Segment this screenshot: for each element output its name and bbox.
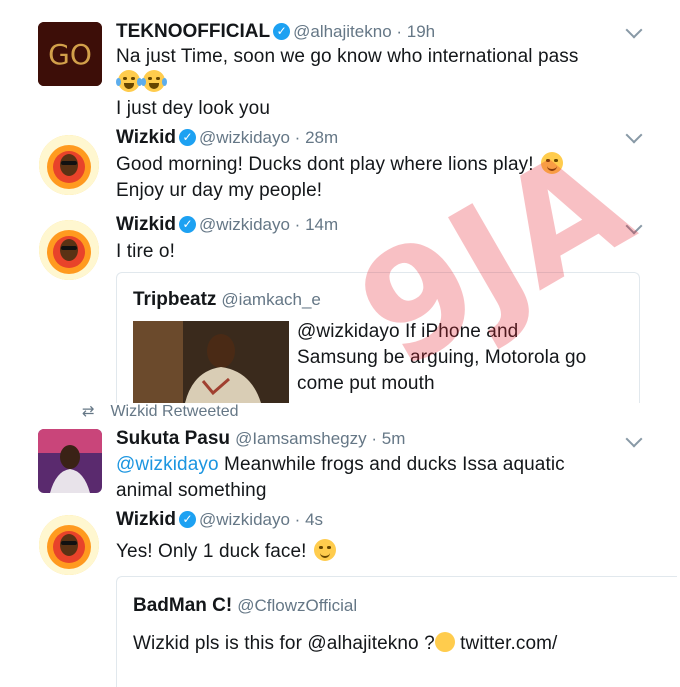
quoted-tweet-header: Tripbeatz @iamkach_e [133, 287, 321, 312]
avatar[interactable] [39, 220, 99, 280]
tweet-text: I tire o! [116, 241, 175, 262]
verified-icon: ✓ [273, 22, 291, 40]
chevron-down-icon[interactable] [625, 126, 643, 144]
tweet-line: Na just Time, soon we go know who intern… [116, 46, 579, 67]
display-name[interactable]: Wizkid [116, 214, 176, 235]
tweet-text: Good morning! Ducks dont play where lion… [116, 152, 564, 204]
quoted-tweet-text: @wizkidayo If iPhone and Samsung be argu… [297, 321, 587, 394]
smirk-emoji-icon [313, 539, 336, 561]
tweet-wizkid-1[interactable]: Wizkid ✓ @wizkidayo · 28m Good morning! Du… [0, 125, 680, 210]
quoted-tweet-header: BadMan C! @CflowzOfficial [133, 593, 357, 618]
tweet-header: Wizkid ✓ @wizkidayo · 28m [116, 127, 339, 148]
tweet-header: TEKNOOFFICIAL ✓ @alhajitekno · 19h [116, 21, 436, 42]
tweet-text: Na just Time, soon we go know who intern… [116, 44, 579, 122]
svg-text:GO: GO [48, 38, 92, 71]
tears-of-joy-emoji-icon [116, 70, 142, 92]
retweet-indicator: ⇄ Wizkid Retweeted [82, 402, 239, 421]
go-logo-icon: GO [38, 22, 102, 86]
display-name: BadMan C! [133, 595, 233, 616]
tweet-header: Sukuta Pasu @Iamsamshegzy · 5m [116, 428, 406, 449]
handle[interactable]: @alhajitekno [293, 22, 392, 41]
timestamp[interactable]: 4s [305, 510, 323, 529]
quoted-tweet[interactable]: Tripbeatz @iamkach_e @wizkidayo If iPhon… [116, 272, 640, 403]
tweet-header: Wizkid ✓ @wizkidayo · 14m [116, 214, 339, 235]
chevron-down-icon[interactable] [625, 217, 643, 235]
handle[interactable]: @wizkidayo [199, 128, 290, 147]
verified-icon: ✓ [179, 215, 196, 233]
tweet-line: I just dey look you [116, 98, 270, 119]
display-name[interactable]: Wizkid [116, 509, 176, 530]
user-photo-icon [38, 429, 102, 493]
chevron-down-icon[interactable] [625, 430, 643, 448]
verified-icon: ✓ [179, 510, 196, 528]
tweet-wizkid-2[interactable]: Wizkid ✓ @wizkidayo · 14m I tire o! Tripbe… [0, 210, 680, 403]
handle[interactable]: @wizkidayo [199, 510, 290, 529]
avatar[interactable] [39, 515, 99, 575]
wizkid-avatar-icon [39, 220, 99, 280]
timestamp[interactable]: 14m [305, 215, 338, 234]
tweet-line: Good morning! Ducks dont play where lion… [116, 154, 534, 175]
display-name[interactable]: TEKNOOFFICIAL [116, 21, 270, 42]
thinking-face-emoji-icon [434, 632, 455, 652]
verified-icon: ✓ [179, 128, 196, 146]
chevron-down-icon[interactable] [625, 21, 643, 39]
retweet-icon: ⇄ [82, 403, 95, 420]
handle: @iamkach_e [221, 290, 321, 309]
mention-link[interactable]: @wizkidayo [116, 454, 219, 475]
display-name[interactable]: Sukuta Pasu [116, 428, 230, 449]
smirk-emoji-icon [541, 152, 564, 174]
tweet-text: Yes! Only 1 duck face! [116, 539, 336, 565]
retweet-label[interactable]: Wizkid Retweeted [110, 403, 238, 420]
display-name[interactable]: Wizkid [116, 127, 176, 148]
tweet-text: @wizkidayo Meanwhile frogs and ducks Iss… [116, 454, 565, 501]
person-photo-icon [133, 321, 289, 403]
timestamp[interactable]: 5m [382, 429, 406, 448]
tweet-header: Wizkid ✓ @wizkidayo · 4s [116, 509, 324, 530]
handle[interactable]: @wizkidayo [199, 215, 290, 234]
wizkid-avatar-icon [39, 515, 99, 575]
avatar[interactable] [39, 135, 99, 195]
timestamp[interactable]: 28m [305, 128, 338, 147]
tears-of-joy-emoji-icon [141, 70, 167, 92]
avatar[interactable] [38, 429, 102, 493]
tweet-wizkid-3[interactable]: Wizkid ✓ @wizkidayo · 4s Yes! Only 1 duck … [0, 505, 680, 687]
quoted-tweet-text: Wizkid pls is this for @alhajitekno ? tw… [133, 632, 558, 654]
quoted-tweet[interactable]: BadMan C! @CflowzOfficial Wizkid pls is … [116, 576, 677, 687]
tweet-line: Enjoy ur day my people! [116, 180, 323, 201]
timestamp[interactable]: 19h [407, 22, 435, 41]
handle[interactable]: @Iamsamshegzy [235, 429, 367, 448]
avatar[interactable]: GO [38, 22, 102, 86]
handle: @CflowzOfficial [237, 596, 358, 615]
tweet-teknoofficial[interactable]: GO TEKNOOFFICIAL ✓ @alhajitekno · 19h Na j… [0, 0, 680, 125]
wizkid-avatar-icon [39, 135, 99, 195]
display-name: Tripbeatz [133, 289, 217, 310]
tweet-sukuta-pasu[interactable]: Sukuta Pasu @Iamsamshegzy · 5m @wizkiday… [0, 423, 680, 503]
quoted-tweet-image[interactable] [133, 321, 289, 403]
